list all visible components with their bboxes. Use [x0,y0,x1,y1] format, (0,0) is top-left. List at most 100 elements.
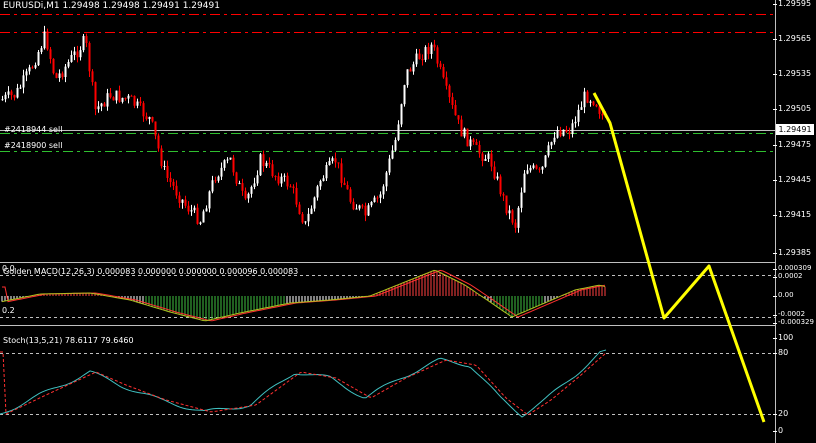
candle-body [559,130,562,136]
candle-body [505,195,508,214]
candle-body [208,191,211,209]
macd-axis-label: -0.0002 [772,310,806,318]
candle-body [22,75,25,88]
candle-body [169,177,172,182]
candle-body [31,67,34,69]
candle-body [1,99,4,101]
candle-body [283,175,286,177]
candle-body [373,197,376,203]
price-axis-label: 1.29415 [772,210,812,219]
candle-body [493,166,496,179]
candle-body [466,128,469,147]
candle-body [226,159,229,161]
price-axis-label: 1.29565 [772,34,812,43]
candle-body [343,182,346,185]
candle-body [265,162,268,167]
candle-body [451,97,454,106]
candle-body [13,95,16,98]
candle-body [403,85,406,105]
macd-axis-label: 0.00 [773,291,794,299]
macd-header: Golden MACD(12,26,3) 0.000083 0.000000 0… [3,267,299,276]
candle-body [211,180,214,192]
candle-body [28,67,31,72]
candle-body [25,71,28,76]
candle-body [271,164,274,177]
candle-body [19,87,22,89]
order-label-2[interactable]: #2418900 sell [4,141,62,150]
candle-body [46,31,49,50]
candle-body [400,104,403,125]
candle-body [223,160,226,168]
candle-body [421,59,424,61]
candle-body [274,176,277,178]
candle-body [547,145,550,156]
candle-body [250,186,253,194]
candle-body [526,170,529,174]
stoch-main-line [0,349,607,418]
candle-body [241,183,244,191]
candle-body [34,65,37,68]
macd-axis-label: -0.000329 [773,318,814,326]
candle-body [412,64,415,72]
candle-body [118,90,121,102]
candle-body [67,61,70,67]
macd-histogram [1,270,606,321]
candle-body [409,69,412,72]
candle-body [499,176,502,195]
candle-body [544,155,547,167]
candle-body [61,73,64,78]
candle-body [85,36,88,44]
candle-body [289,186,292,188]
candle-body [427,47,430,55]
candle-body [580,107,583,110]
candle-body [259,154,262,176]
macd-left-marker-top: 0.0 [2,264,15,273]
candle-body [286,175,289,187]
stoch-axis-label: 0 [772,426,784,435]
candle-body [586,91,589,103]
candle-body [487,153,490,159]
candle-body [571,123,574,135]
candle-body [253,183,256,187]
order-label-1[interactable]: #2418944 sell [4,125,62,134]
candle-body [316,186,319,198]
candle-body [40,48,43,52]
candle-body [154,121,157,136]
candle-body [163,166,166,168]
candle-body [220,167,223,177]
candle-body [355,208,358,210]
candle-body [424,47,427,60]
candle-body [319,180,322,187]
candle-body [262,154,265,167]
candle-body [550,142,553,146]
stoch-header: Stoch(13,5,21) 78.6117 79.6460 [3,336,134,345]
candle-body [268,162,271,165]
candle-body [97,106,100,110]
candle-body [94,82,97,110]
forecast-zigzag-line[interactable] [592,92,766,423]
candle-body [463,128,466,137]
candle-body [478,144,481,154]
candle-body [55,73,58,78]
candle-body [523,173,526,193]
candles-group [1,25,607,233]
candle-body [574,121,577,124]
candle-body [235,172,238,184]
candle-body [145,116,148,120]
candle-body [562,129,565,136]
candle-body [502,194,505,196]
candle-body [277,176,280,184]
candle-body [433,44,436,48]
candle-body [532,165,535,168]
candle-body [172,181,175,186]
candle-body [541,166,544,170]
candle-body [535,165,538,169]
candle-body [352,201,355,210]
candle-body [358,205,361,209]
candle-body [496,176,499,179]
chart-canvas[interactable] [0,0,816,443]
candle-body [121,97,124,102]
candle-body [589,101,592,103]
candle-body [73,51,76,55]
candle-body [76,51,79,58]
